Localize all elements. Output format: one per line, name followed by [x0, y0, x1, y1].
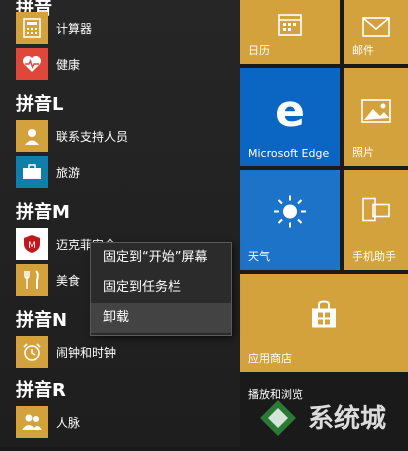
tile-label: Microsoft Edge: [248, 147, 330, 160]
app-health[interactable]: 健康: [16, 48, 80, 80]
calendar-icon: [277, 8, 303, 44]
tile-calendar[interactable]: 日历: [240, 0, 340, 64]
group-header-m[interactable]: 拼音M: [16, 198, 70, 224]
tile-phone-companion[interactable]: 手机助手: [344, 170, 408, 270]
group-header-l[interactable]: 拼音L: [16, 90, 63, 116]
tile-label: 应用商店: [248, 352, 292, 365]
app-label: 闹钟和时钟: [56, 345, 117, 360]
heart-icon: [16, 48, 48, 80]
context-menu: 固定到“开始”屏幕 固定到任务栏 卸载: [90, 242, 232, 336]
tile-photos[interactable]: 照片: [344, 68, 408, 166]
svg-text:M: M: [28, 241, 36, 251]
alarm-clock-icon: [16, 336, 48, 368]
tile-label: 手机助手: [352, 250, 396, 263]
menu-item-pin-to-taskbar[interactable]: 固定到任务栏: [91, 273, 231, 303]
app-people[interactable]: 人脉: [16, 406, 80, 438]
mail-icon: [362, 8, 390, 44]
menu-item-uninstall[interactable]: 卸载: [91, 303, 231, 333]
mcafee-shield-icon: M: [16, 228, 48, 260]
app-label: 健康: [56, 57, 81, 72]
app-list: 拼音 计算器 健康 拼音L 联系支持人员 旅游 拼音M M 迈克菲安全 美食 拼…: [0, 0, 240, 447]
watermark: 系统城: [258, 390, 408, 447]
photos-icon: [361, 94, 391, 130]
calculator-icon: [16, 12, 48, 44]
watermark-text: 系统城: [308, 404, 387, 434]
app-label: 联系支持人员: [56, 129, 129, 144]
fork-knife-icon: [16, 264, 48, 296]
app-contact-support[interactable]: 联系支持人员: [16, 120, 128, 152]
tile-label: 日历: [248, 44, 270, 57]
app-travel[interactable]: 旅游: [16, 156, 80, 188]
app-label: 计算器: [56, 21, 93, 36]
app-food[interactable]: 美食: [16, 264, 80, 296]
tile-label: 天气: [248, 250, 270, 263]
app-label: 美食: [56, 273, 81, 288]
store-bag-icon: [309, 300, 339, 337]
tile-weather[interactable]: 天气: [240, 170, 340, 270]
tile-label: 邮件: [352, 44, 374, 57]
tile-store[interactable]: 应用商店: [240, 274, 408, 372]
tile-microsoft-edge[interactable]: e Microsoft Edge: [240, 68, 340, 166]
tile-label: 照片: [352, 146, 374, 159]
sun-icon: [272, 194, 308, 237]
people-icon: [16, 406, 48, 438]
group-header-r[interactable]: 拼音R: [16, 376, 66, 402]
app-label: 旅游: [56, 165, 81, 180]
tiles-area: 日历 邮件 e Microsoft Edge 照片 天气 手机助手 应用商店: [240, 0, 408, 447]
person-support-icon: [16, 120, 48, 152]
app-label: 人脉: [56, 415, 81, 430]
menu-item-pin-to-start[interactable]: 固定到“开始”屏幕: [91, 243, 231, 273]
phone-icon: [361, 197, 391, 234]
suitcase-icon: [16, 156, 48, 188]
tile-mail[interactable]: 邮件: [344, 0, 408, 64]
app-alarms-clock[interactable]: 闹钟和时钟: [16, 336, 116, 368]
app-calculator[interactable]: 计算器: [16, 12, 92, 44]
group-header-n[interactable]: 拼音N: [16, 306, 67, 332]
edge-icon: e: [275, 86, 305, 138]
